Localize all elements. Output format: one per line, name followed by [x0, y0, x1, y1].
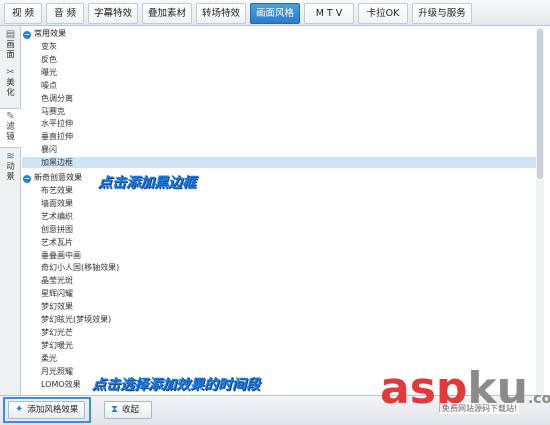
list-item[interactable]: 晶莹光斑	[22, 275, 536, 286]
filter-icon: ✎	[6, 111, 15, 122]
scrollbar-thumb[interactable]	[537, 29, 543, 179]
sidebar-label: 化	[6, 88, 15, 98]
list-item[interactable]: 马赛克	[22, 106, 536, 117]
collapse-icon[interactable]: −	[23, 175, 31, 183]
sidebar-label: 滤	[6, 122, 15, 132]
sidebar-item-beautify[interactable]: ✂ 美 化	[0, 68, 21, 104]
list-item[interactable]: 艺术编织	[22, 211, 536, 222]
group-header-common[interactable]: − 常用效果	[23, 28, 66, 40]
sidebar-label: 动	[6, 162, 15, 172]
sidebar-label: 面	[6, 50, 15, 60]
annotation-add-black-border: 点击添加黑边框	[98, 175, 196, 191]
tab-karaoke[interactable]: 卡拉OK	[358, 3, 408, 24]
picture-icon: ▤	[5, 29, 16, 40]
magic-wand-icon: ✦	[15, 404, 24, 415]
add-style-effect-label: 添加风格效果	[27, 405, 79, 415]
list-item[interactable]: 墙面效果	[22, 198, 536, 209]
list-item[interactable]: 创意拼图	[22, 224, 536, 235]
list-item[interactable]: 噪点	[22, 80, 536, 91]
sidebar-label: 美	[6, 78, 15, 88]
add-style-effect-button[interactable]: ✦ 添加风格效果	[8, 401, 86, 419]
group-title: 常用效果	[34, 29, 66, 38]
list-item[interactable]: 梦幻眩光(梦境效果)	[22, 314, 536, 325]
watermark-subtitle: 免费网站源码下载站!	[440, 403, 520, 414]
motion-icon: ≋	[6, 151, 15, 162]
collapse-button[interactable]: ⧗ 收起	[104, 401, 152, 419]
list-item[interactable]: 变灰	[22, 41, 536, 52]
effects-list-panel: − 常用效果 变灰 反色 曝光 噪点 色调分离 马赛克 水平拉伸 垂直拉伸 暴闪 加黑边框 − 新奇创…	[22, 27, 544, 395]
list-item[interactable]: 奇幻小人国(移轴效果)	[22, 262, 536, 273]
group-title: 新奇创意效果	[34, 173, 82, 182]
tab-overlay[interactable]: 叠加素材	[142, 3, 192, 24]
collapse-icon[interactable]: −	[23, 31, 31, 39]
collapse-label: 收起	[122, 405, 140, 415]
tab-subtitle-fx[interactable]: 字幕特效	[88, 3, 138, 24]
group-header-creative[interactable]: − 新奇创意效果	[23, 172, 82, 184]
list-item[interactable]: 色调分离	[22, 93, 536, 104]
vertical-scrollbar[interactable]	[536, 27, 544, 395]
list-item[interactable]: 梦幻光芒	[22, 327, 536, 338]
sidebar-item-filter[interactable]: ✎ 滤 镜	[0, 108, 21, 148]
list-item[interactable]: 艺术瓦片	[22, 237, 536, 248]
list-item[interactable]: 水平拉伸	[22, 118, 536, 129]
list-item[interactable]: 垂叠画中画	[22, 250, 536, 261]
hourglass-icon: ⧗	[111, 404, 119, 415]
sidebar-label: 镜	[6, 132, 15, 142]
sidebar-item-picture[interactable]: ▤ 画 面	[0, 30, 21, 64]
sidebar-label: 画	[6, 40, 15, 50]
list-item[interactable]: 反色	[22, 54, 536, 65]
list-item[interactable]: 梦幻暖光	[22, 340, 536, 351]
tab-transition[interactable]: 转场特效	[196, 3, 246, 24]
list-item[interactable]: 暴闪	[22, 144, 536, 155]
beautify-icon: ✂	[6, 67, 15, 78]
side-nav: ▤ 画 面 ✂ 美 化 ✎ 滤 镜 ≋ 动 景	[0, 26, 21, 395]
list-item[interactable]: 梦幻效果	[22, 301, 536, 312]
sidebar-item-motion[interactable]: ≋ 动 景	[0, 152, 21, 188]
tab-video[interactable]: 视 频	[4, 3, 42, 24]
tab-mtv[interactable]: M T V	[304, 3, 354, 24]
tab-upgrade[interactable]: 升级与服务	[412, 3, 472, 24]
tab-audio[interactable]: 音 频	[46, 3, 84, 24]
tab-picture-style[interactable]: 画面风格	[250, 3, 300, 24]
list-item[interactable]: 垂直拉伸	[22, 131, 536, 142]
list-item[interactable]: 加黑边框	[22, 157, 536, 169]
list-item[interactable]: 曝光	[22, 67, 536, 78]
sidebar-label: 景	[6, 172, 15, 182]
list-item[interactable]: 星辉闪耀	[22, 288, 536, 299]
annotation-select-time: 点击选择添加效果的时间段	[92, 377, 260, 393]
top-tab-bar: 视 频 音 频 字幕特效 叠加素材 转场特效 画面风格 M T V 卡拉OK 升…	[0, 0, 550, 26]
